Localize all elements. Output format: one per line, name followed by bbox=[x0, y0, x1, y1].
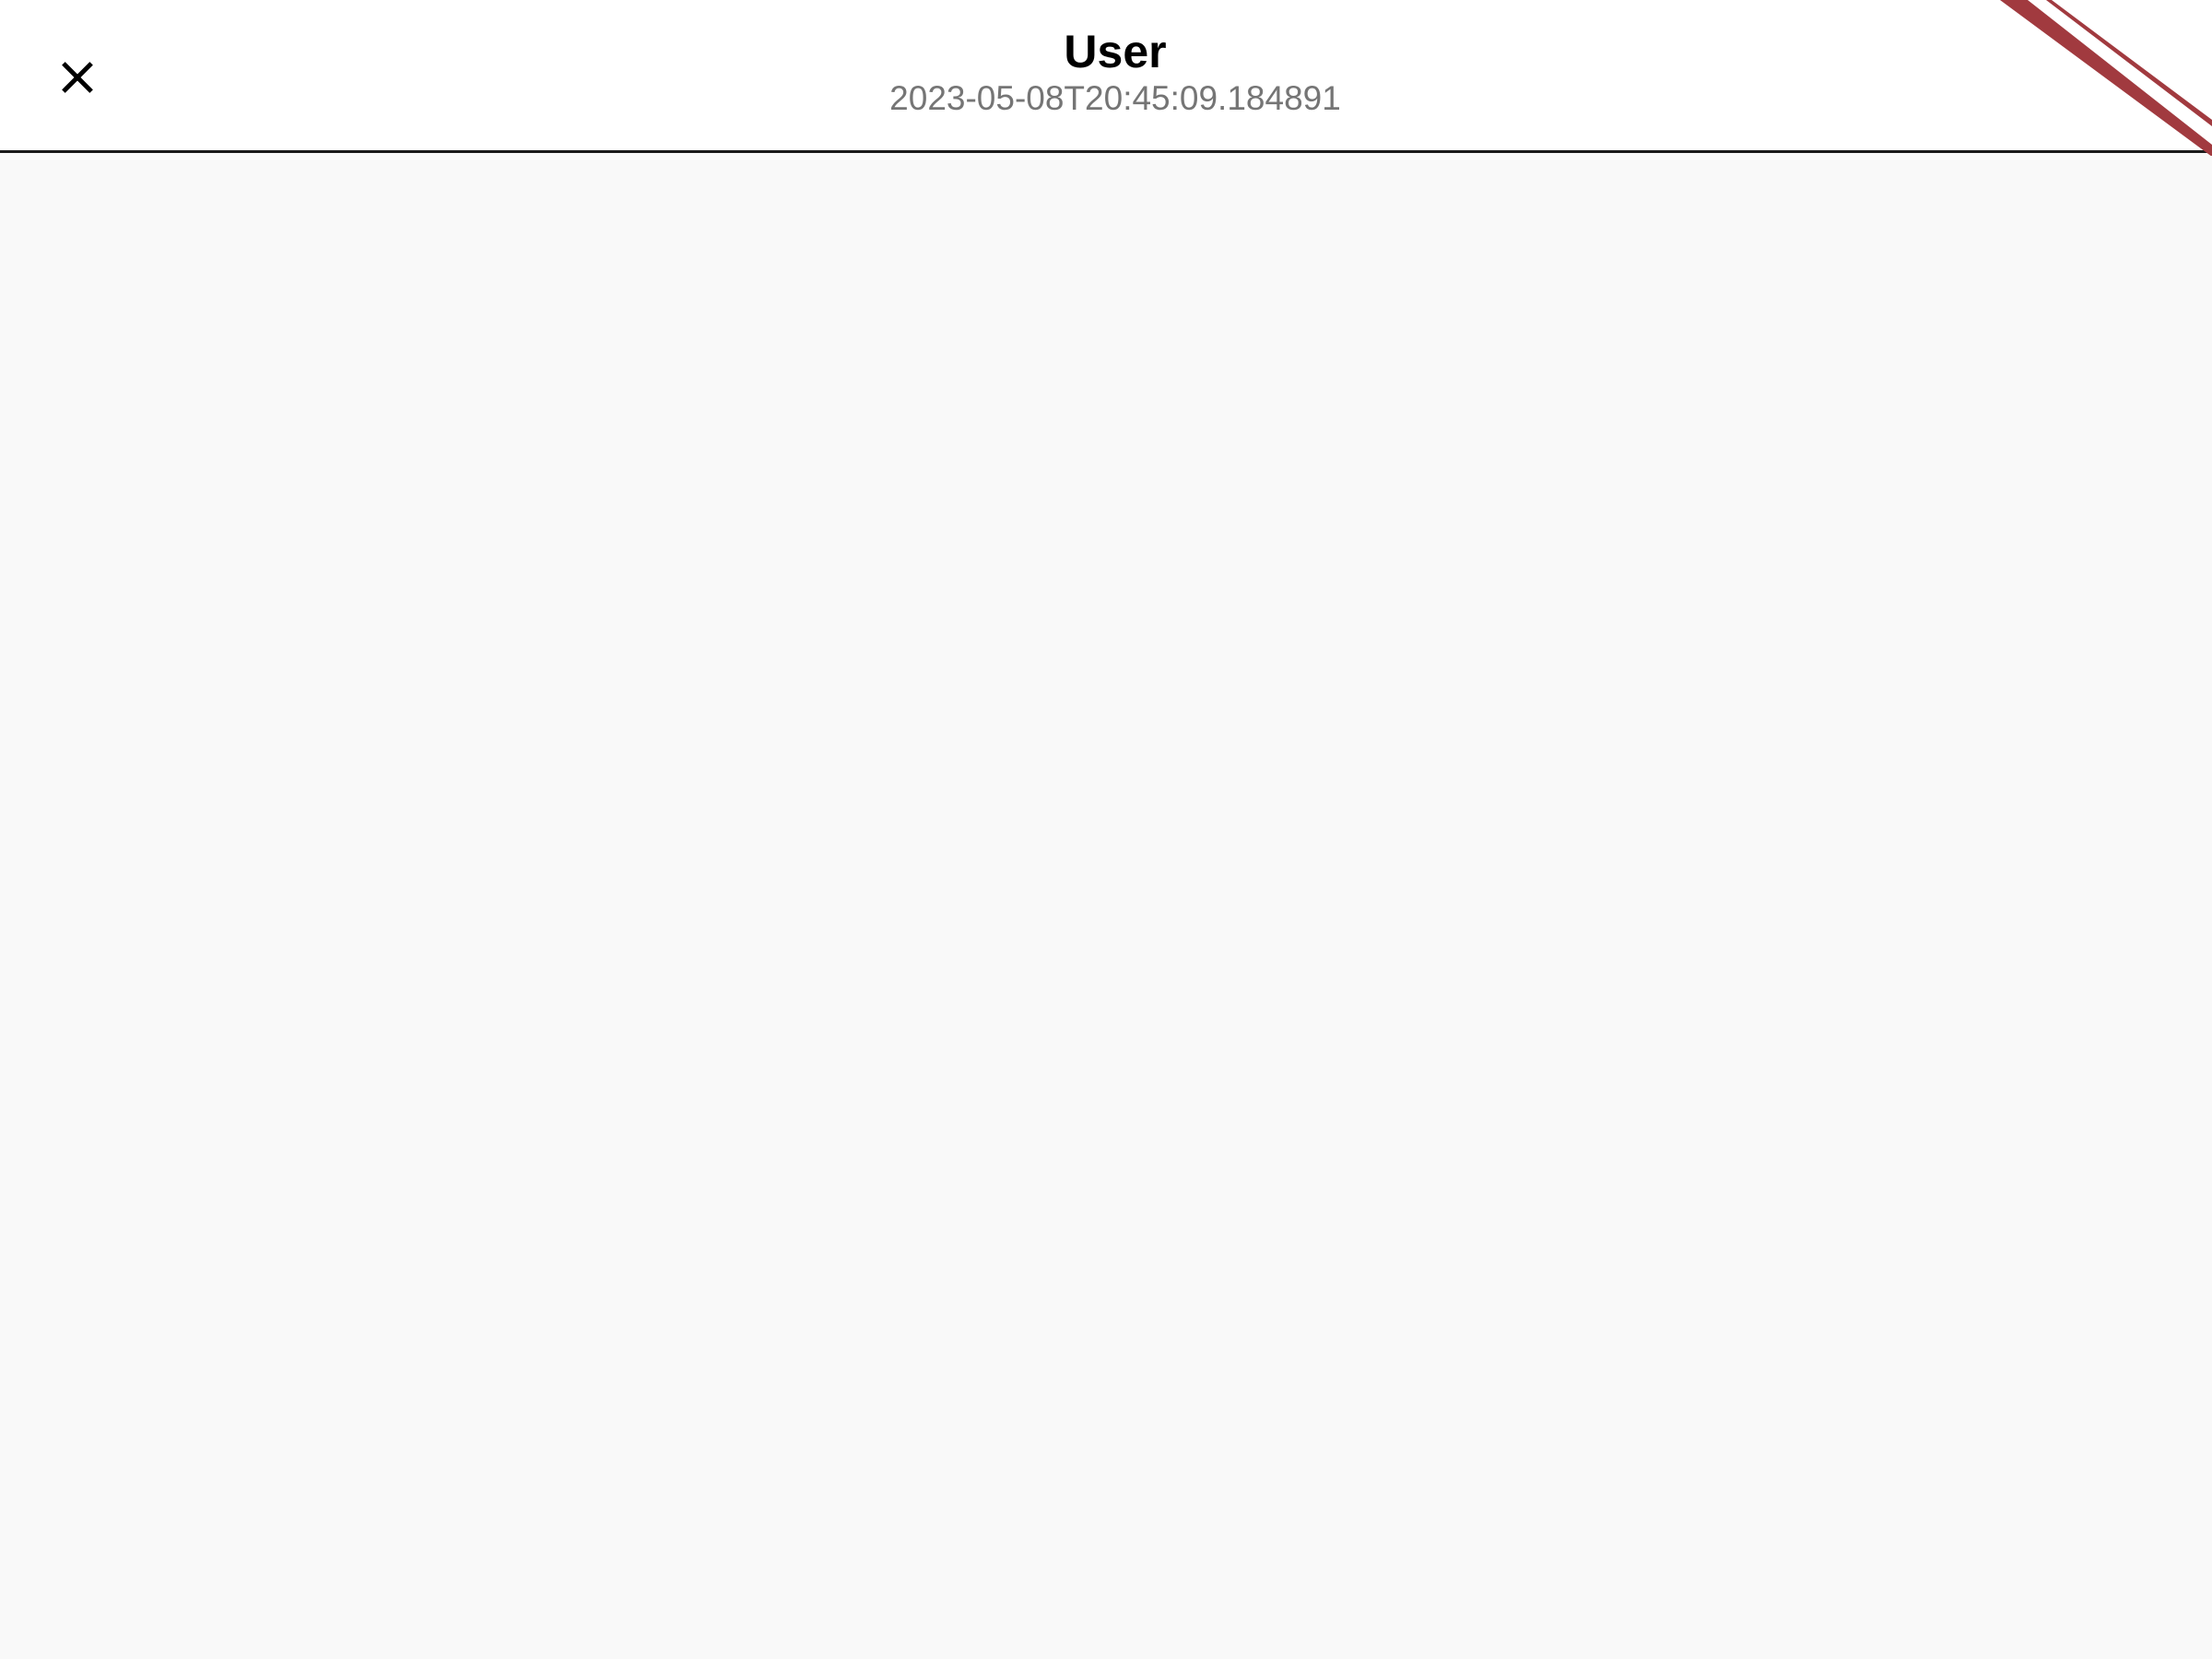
more-vert-icon bbox=[2137, 88, 2147, 98]
page-title: User bbox=[1064, 26, 1167, 77]
content-area bbox=[0, 156, 2212, 1659]
close-button[interactable] bbox=[35, 35, 120, 120]
page-subtitle-timestamp: 2023-05-08T20:45:09.184891 bbox=[889, 78, 1341, 117]
title-block: User 2023-05-08T20:45:09.184891 bbox=[645, 28, 1585, 117]
app-bar: User 2023-05-08T20:45:09.184891 bbox=[0, 0, 2212, 153]
close-icon bbox=[62, 62, 93, 93]
more-options-button[interactable] bbox=[2111, 53, 2175, 118]
